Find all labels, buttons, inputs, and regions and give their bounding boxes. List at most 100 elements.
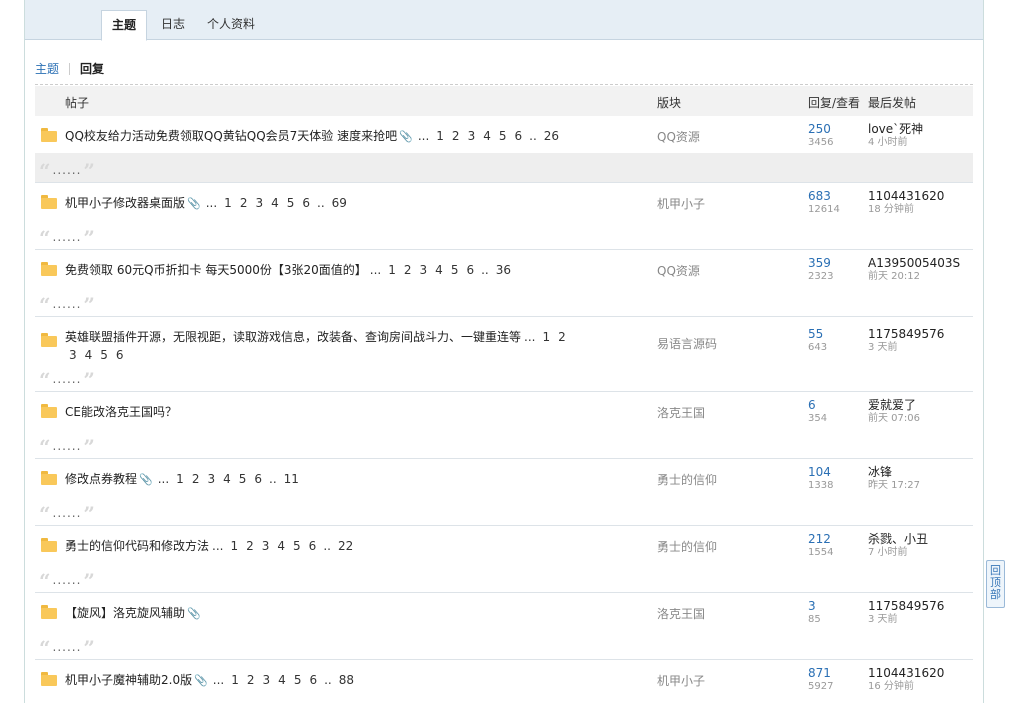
- page-link[interactable]: 4: [435, 261, 443, 279]
- thread-main: 英雄联盟插件开源，无限视距，读取游戏信息，改装备、查询房间战斗力、一键重连等..…: [35, 317, 973, 363]
- page-link[interactable]: 6: [309, 537, 317, 555]
- thread-title-link[interactable]: CE能改洛克王国吗？: [65, 405, 177, 419]
- last-poster-link[interactable]: 冰锋: [868, 466, 920, 479]
- reply-count[interactable]: 683: [808, 190, 840, 203]
- forum-link[interactable]: QQ资源: [657, 128, 700, 145]
- reply-quote[interactable]: “......”: [39, 368, 95, 392]
- page-link[interactable]: 3: [468, 127, 476, 145]
- page-link[interactable]: 5: [294, 671, 302, 689]
- last-page-link[interactable]: 69: [332, 194, 347, 212]
- last-poster-link[interactable]: 爱就爱了: [868, 399, 920, 412]
- forum-link[interactable]: 勇士的信仰: [657, 538, 717, 555]
- page-link[interactable]: 2: [558, 328, 566, 346]
- page-link[interactable]: 2: [452, 127, 460, 145]
- back-to-top-button[interactable]: 回顶部: [986, 560, 1005, 608]
- page-link[interactable]: 6: [466, 261, 474, 279]
- thread-title-link[interactable]: 机甲小子修改器桌面版: [65, 196, 185, 210]
- forum-link[interactable]: 勇士的信仰: [657, 471, 717, 488]
- reply-quote[interactable]: “......”: [39, 293, 95, 317]
- page-link[interactable]: 1: [388, 261, 396, 279]
- last-page-link[interactable]: 22: [338, 537, 353, 555]
- reply-count[interactable]: 55: [808, 328, 827, 341]
- last-page-link[interactable]: 26: [544, 127, 559, 145]
- tab-blog[interactable]: 日志: [151, 10, 195, 40]
- reply-count[interactable]: 212: [808, 533, 833, 546]
- page-link[interactable]: 2: [404, 261, 412, 279]
- page-link[interactable]: 3: [262, 537, 270, 555]
- page-link[interactable]: 6: [309, 671, 317, 689]
- page-link[interactable]: 6: [302, 194, 310, 212]
- last-page-link[interactable]: 88: [339, 671, 354, 689]
- reply-quote[interactable]: “......”: [39, 159, 95, 183]
- forum-link[interactable]: 机甲小子: [657, 195, 705, 212]
- reply-quote[interactable]: “......”: [39, 435, 95, 459]
- last-poster-link[interactable]: 1175849576: [868, 600, 944, 613]
- attachment-icon: 📎: [187, 197, 201, 210]
- page-link[interactable]: 6: [254, 470, 262, 488]
- reply-count[interactable]: 871: [808, 667, 833, 680]
- page-link[interactable]: 4: [483, 127, 491, 145]
- thread-title-cell: 机甲小子修改器桌面版 📎... 1 2 3 4 5 6.. 69: [65, 194, 585, 213]
- page-link[interactable]: 3: [420, 261, 428, 279]
- page-link[interactable]: 5: [287, 194, 295, 212]
- page-link[interactable]: 2: [246, 537, 254, 555]
- page-link[interactable]: 5: [499, 127, 507, 145]
- reply-count[interactable]: 3: [808, 600, 821, 613]
- page-link[interactable]: 4: [223, 470, 231, 488]
- page-link[interactable]: 4: [271, 194, 279, 212]
- reply-quote[interactable]: “......”: [39, 502, 95, 526]
- page-link[interactable]: 4: [278, 671, 286, 689]
- last-poster-link[interactable]: A1395005403S: [868, 257, 960, 270]
- page-link[interactable]: 5: [239, 470, 247, 488]
- reply-quote[interactable]: “......”: [39, 636, 95, 660]
- tab-profile[interactable]: 个人资料: [197, 10, 265, 40]
- page-link[interactable]: 6: [514, 127, 522, 145]
- thread-title-link[interactable]: 英雄联盟插件开源，无限视距，读取游戏信息，改装备、查询房间战斗力、一键重连等: [65, 330, 521, 344]
- thread-main: QQ校友给力活动免费领取QQ黄钻QQ会员7天体验 速度来抢吧 📎... 1 2 3 4 5 6…: [35, 116, 973, 154]
- page-link[interactable]: 2: [240, 194, 248, 212]
- last-poster-link[interactable]: love`死神: [868, 123, 923, 136]
- reply-count[interactable]: 104: [808, 466, 833, 479]
- last-poster-link[interactable]: 杀戮、小丑: [868, 533, 928, 546]
- forum-link[interactable]: QQ资源: [657, 262, 700, 279]
- page-link[interactable]: 1: [230, 537, 238, 555]
- page-link[interactable]: 1: [224, 194, 232, 212]
- thread-title-link[interactable]: 免费领取 60元Q币折扣卡 每天5000份【3张20面值的】: [65, 263, 367, 277]
- reply-count[interactable]: 250: [808, 123, 833, 136]
- page-link[interactable]: 1: [436, 127, 444, 145]
- thread-title-link[interactable]: 机甲小子魔神辅助2.0版: [65, 673, 192, 687]
- page-link[interactable]: 5: [293, 537, 301, 555]
- page-link[interactable]: 1: [542, 328, 550, 346]
- page-link[interactable]: 3: [263, 671, 271, 689]
- forum-link[interactable]: 易语言源码: [657, 335, 717, 352]
- thread-title-link[interactable]: QQ校友给力活动免费领取QQ黄钻QQ会员7天体验 速度来抢吧: [65, 129, 397, 143]
- last-page-link[interactable]: 36: [496, 261, 511, 279]
- last-page-link[interactable]: 11: [284, 470, 299, 488]
- page-link[interactable]: 3: [207, 470, 215, 488]
- folder-icon: [41, 195, 57, 209]
- forum-link[interactable]: 洛克王国: [657, 605, 705, 622]
- reply-count[interactable]: 6: [808, 399, 827, 412]
- forum-link[interactable]: 机甲小子: [657, 672, 705, 689]
- page-link[interactable]: 4: [277, 537, 285, 555]
- tab-topics[interactable]: 主题: [101, 10, 148, 41]
- thread-title-link[interactable]: 【旋风】洛克旋风辅助: [65, 606, 185, 620]
- page-link[interactable]: 2: [247, 671, 255, 689]
- forum-link[interactable]: 洛克王国: [657, 404, 705, 421]
- page-ellipsis: ...: [524, 330, 536, 344]
- page-link[interactable]: 2: [192, 470, 200, 488]
- table-row: QQ校友给力活动免费领取QQ黄钻QQ会员7天体验 速度来抢吧 📎... 1 2 3 4 5 6…: [35, 116, 973, 183]
- thread-title-link[interactable]: 修改点券教程: [65, 472, 137, 486]
- reply-quote[interactable]: “......”: [39, 569, 95, 593]
- page-link[interactable]: 3: [255, 194, 263, 212]
- reply-quote[interactable]: “......”: [39, 226, 95, 250]
- page-link[interactable]: 1: [231, 671, 239, 689]
- last-poster-link[interactable]: 1104431620: [868, 190, 944, 203]
- page-link[interactable]: 1: [176, 470, 184, 488]
- reply-count[interactable]: 359: [808, 257, 833, 270]
- last-poster-link[interactable]: 1104431620: [868, 667, 944, 680]
- page-link[interactable]: 5: [451, 261, 459, 279]
- last-poster-link[interactable]: 1175849576: [868, 328, 944, 341]
- thread-title-link[interactable]: 勇士的信仰代码和修改方法: [65, 539, 209, 553]
- subnav-topics-link[interactable]: 主题: [35, 62, 59, 76]
